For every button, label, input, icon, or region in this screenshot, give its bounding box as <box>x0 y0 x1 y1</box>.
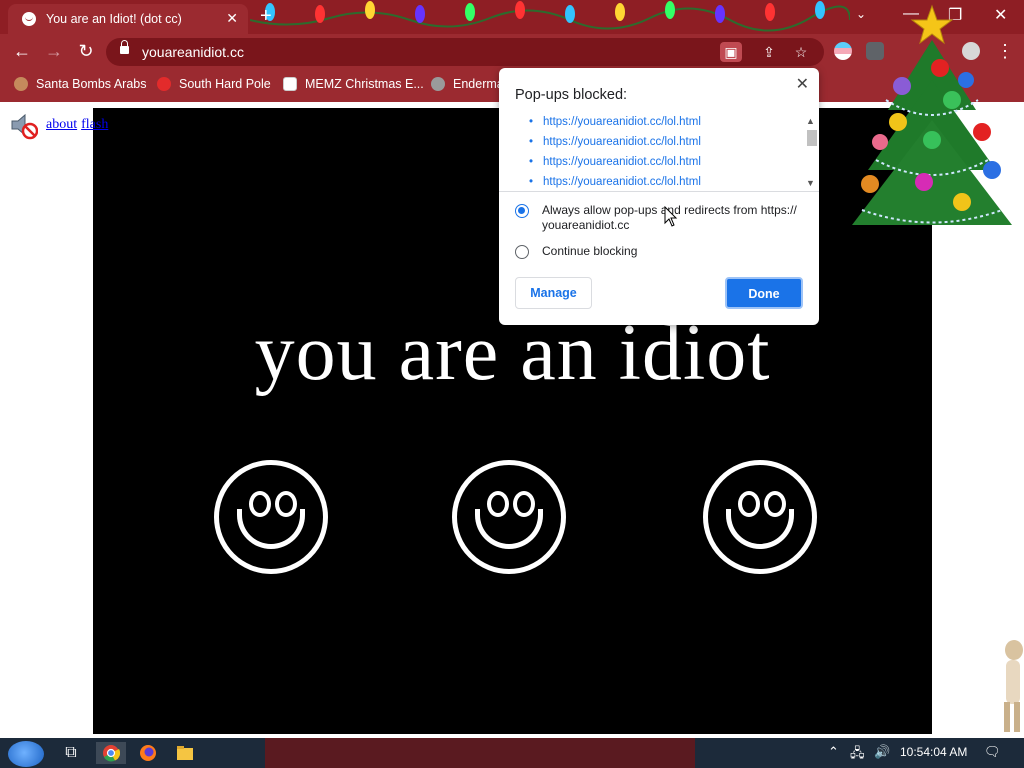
share-icon[interactable]: ⇪ <box>758 42 780 62</box>
chrome-taskbar-icon[interactable] <box>96 742 126 764</box>
manage-button[interactable]: Manage <box>515 277 592 309</box>
bookmark-label: Santa Bombs Arabs <box>36 77 147 91</box>
folder-icon <box>177 746 193 760</box>
smiley-face-icon <box>452 460 566 574</box>
address-bar[interactable]: youareanidiot.cc ▣ ⇪ ☆ <box>106 38 824 66</box>
dialog-title: Pop-ups blocked: <box>515 87 628 103</box>
popup-blocked-icon[interactable]: ▣ <box>720 42 742 62</box>
blocked-url-list: https://youareanidiot.cc/lol.html https:… <box>499 114 819 192</box>
bookmark-label: Enderma <box>453 77 504 91</box>
windows-taskbar: ⧉ ⌃ 🖧 🔊 10:54:04 AM 🗨 <box>0 738 1024 768</box>
about-link[interactable]: about <box>46 117 77 133</box>
volume-icon[interactable]: 🔊 <box>874 744 890 760</box>
tab-title: You are an Idiot! (dot cc) <box>46 12 182 26</box>
blocked-url-link[interactable]: https://youareanidiot.cc/lol.html <box>499 114 819 134</box>
christmas-tree-decoration <box>852 4 1012 225</box>
smiley-face-icon <box>214 460 328 574</box>
bookmark-star-icon[interactable]: ☆ <box>790 42 812 62</box>
lock-icon[interactable] <box>120 40 129 54</box>
dancing-dog-decoration <box>1004 640 1023 732</box>
file-explorer-taskbar-icon[interactable] <box>174 742 196 764</box>
new-tab-button[interactable]: + <box>260 5 272 28</box>
firefox-logo-icon <box>140 745 156 761</box>
smiley-favicon-icon <box>22 12 36 26</box>
page-links: about flash <box>8 110 112 140</box>
url-list-scrollbar[interactable]: ▲ ▼ <box>805 116 817 190</box>
bookmark-label: MEMZ Christmas E... <box>305 77 424 91</box>
chrome-logo-icon <box>103 745 121 762</box>
scroll-up-icon[interactable]: ▲ <box>806 116 815 126</box>
blocked-url-link[interactable]: https://youareanidiot.cc/lol.html <box>499 134 819 154</box>
christmas-lights-decoration <box>250 1 850 32</box>
blocked-url-link[interactable]: https://youareanidiot.cc/lol.html <box>499 174 819 191</box>
address-url: youareanidiot.cc <box>142 44 244 60</box>
block-option-label: Continue blocking <box>542 244 638 258</box>
bookmark-item[interactable]: MEMZ Christmas E... <box>283 77 424 91</box>
bookmark-favicon-icon <box>283 77 297 91</box>
muted-speaker-icon[interactable] <box>8 110 38 140</box>
forward-arrow-icon[interactable]: → <box>43 41 65 62</box>
smiley-face-icon <box>703 460 817 574</box>
popups-blocked-dialog: Pop-ups blocked: ✕ https://youareanidiot… <box>499 68 819 325</box>
smiley-mouth <box>475 509 543 549</box>
flash-link[interactable]: flash <box>81 117 108 133</box>
bookmark-favicon-icon <box>14 77 28 91</box>
start-button[interactable] <box>8 741 44 767</box>
firefox-taskbar-icon[interactable] <box>137 742 159 764</box>
bookmark-item[interactable]: Enderma <box>431 77 504 91</box>
bookmark-favicon-icon <box>431 77 445 91</box>
smiley-mouth <box>237 509 305 549</box>
network-icon[interactable]: 🖧 <box>850 744 865 766</box>
notifications-icon[interactable]: 🗨 <box>984 744 1001 760</box>
continue-blocking-option[interactable]: Continue blocking <box>515 244 637 259</box>
taskbar-clock[interactable]: 10:54:04 AM <box>900 745 967 759</box>
allow-popups-option[interactable]: Always allow pop-ups and redirects from … <box>515 203 807 233</box>
reload-icon[interactable]: ↻ <box>75 41 97 62</box>
task-view-icon[interactable]: ⧉ <box>60 742 82 764</box>
bookmark-favicon-icon <box>157 77 171 91</box>
smiley-mouth <box>726 509 794 549</box>
show-hidden-icons-chevron-icon[interactable]: ⌃ <box>828 744 839 760</box>
taskbar-background-decoration <box>265 738 695 768</box>
bookmark-label: South Hard Pole <box>179 77 271 91</box>
blocked-url-link[interactable]: https://youareanidiot.cc/lol.html <box>499 154 819 174</box>
mouse-cursor-icon <box>664 206 678 227</box>
scroll-down-icon[interactable]: ▼ <box>806 178 815 188</box>
done-button[interactable]: Done <box>725 277 803 309</box>
bookmark-item[interactable]: Santa Bombs Arabs <box>14 77 146 91</box>
radio-allow[interactable] <box>515 204 529 218</box>
bookmark-item[interactable]: South Hard Pole <box>157 77 271 91</box>
back-arrow-icon[interactable]: ← <box>11 41 33 62</box>
radio-block[interactable] <box>515 245 529 259</box>
close-icon[interactable]: ✕ <box>226 10 238 27</box>
browser-tab[interactable]: You are an Idiot! (dot cc) ✕ <box>8 4 248 34</box>
dialog-close-icon[interactable]: ✕ <box>796 74 809 94</box>
scroll-thumb[interactable] <box>807 130 817 146</box>
